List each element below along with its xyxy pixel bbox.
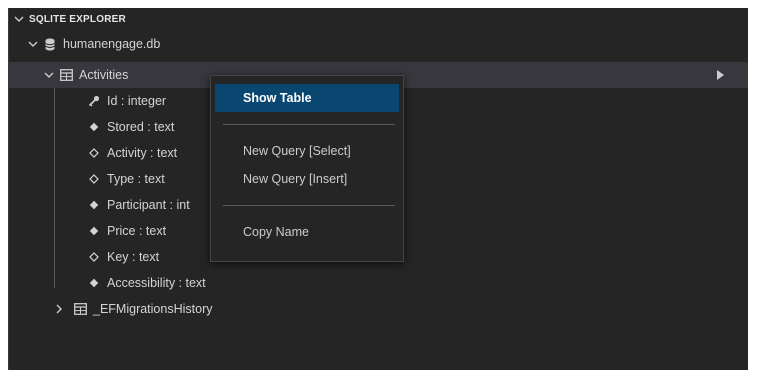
table-label: _EFMigrationsHistory (93, 302, 213, 316)
column-label: Accessibility : text (107, 276, 206, 290)
caret-right-icon[interactable] (717, 70, 724, 80)
sqlite-explorer-panel: SQLITE EXPLORER humanengage.db Activitie… (8, 8, 748, 370)
tree-item-table-efmigrationshistory[interactable]: _EFMigrationsHistory (9, 296, 748, 322)
hollow-diamond-icon (87, 250, 101, 264)
chevron-down-icon[interactable] (13, 13, 25, 25)
chevron-down-icon[interactable] (27, 38, 39, 50)
section-header[interactable]: SQLITE EXPLORER (9, 8, 748, 30)
app-frame: SQLITE EXPLORER humanengage.db Activitie… (0, 0, 757, 371)
filled-diamond-icon (87, 198, 101, 212)
menu-separator (223, 124, 395, 125)
column-label: Key : text (107, 250, 160, 264)
tree-item-database[interactable]: humanengage.db (9, 31, 748, 57)
hollow-diamond-icon (87, 172, 101, 186)
tree-item-column[interactable]: Accessibility : text (9, 270, 748, 296)
menu-separator (223, 205, 395, 206)
table-icon (59, 68, 73, 82)
column-label: Id : integer (107, 94, 167, 108)
column-label: Activity : text (107, 146, 178, 160)
section-title: SQLITE EXPLORER (29, 13, 126, 25)
filled-diamond-icon (87, 120, 101, 134)
database-label: humanengage.db (63, 37, 161, 51)
context-menu: Show Table New Query [Select] New Query … (210, 75, 404, 262)
database-icon (43, 37, 57, 51)
chevron-down-icon[interactable] (43, 69, 55, 81)
chevron-right-icon[interactable] (53, 303, 65, 315)
hollow-diamond-icon (87, 146, 101, 160)
column-label: Participant : int (107, 198, 190, 212)
menu-item-new-query-select[interactable]: New Query [Select] (215, 137, 399, 165)
column-label: Stored : text (107, 120, 175, 134)
menu-item-show-table[interactable]: Show Table (215, 84, 399, 112)
column-label: Price : text (107, 224, 167, 238)
menu-item-copy-name[interactable]: Copy Name (215, 218, 399, 246)
table-label: Activities (79, 68, 129, 82)
column-label: Type : text (107, 172, 165, 186)
filled-diamond-icon (87, 224, 101, 238)
table-icon (73, 302, 87, 316)
key-icon (87, 94, 101, 108)
filled-diamond-icon (87, 276, 101, 290)
menu-item-new-query-insert[interactable]: New Query [Insert] (215, 165, 399, 193)
